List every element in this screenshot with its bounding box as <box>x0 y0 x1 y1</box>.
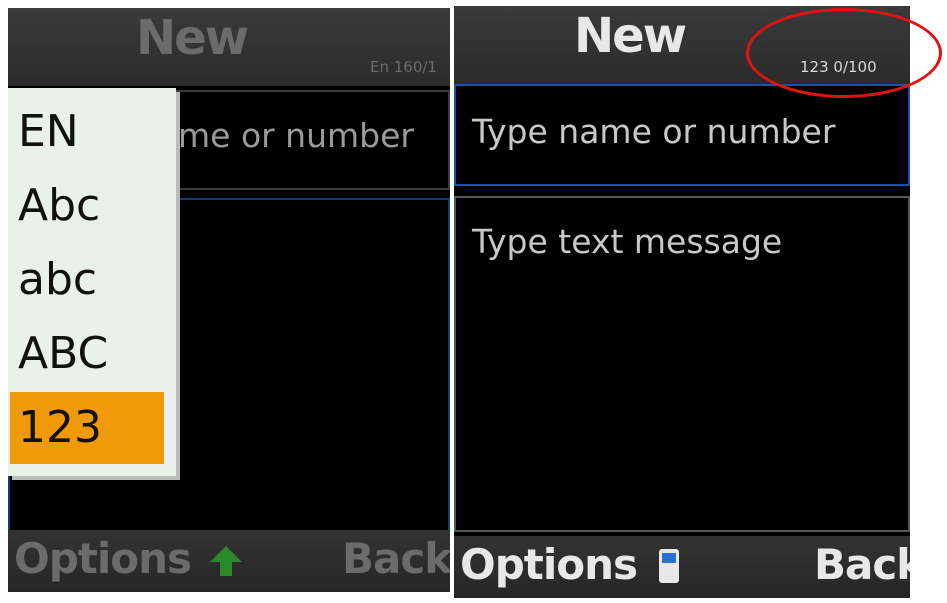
back-softkey[interactable]: Back <box>342 534 450 583</box>
softkey-bar: Options Back <box>8 530 450 592</box>
highlight-annotation <box>746 8 942 98</box>
recipient-field[interactable]: Type name or number <box>454 84 910 186</box>
left-phone-screen: New En 160/1 me or number Options Back E… <box>8 8 450 592</box>
options-softkey[interactable]: Options <box>460 540 638 589</box>
arrow-up-icon <box>210 546 242 576</box>
menu-item-en[interactable]: EN <box>10 96 164 168</box>
recipient-placeholder: me or number <box>178 116 414 155</box>
options-softkey[interactable]: Options <box>14 534 192 583</box>
menu-item-abc[interactable]: abc <box>10 244 164 316</box>
menu-item-abc[interactable]: Abc <box>10 170 164 242</box>
input-mode-counter: En 160/1 <box>370 58 437 76</box>
input-mode-menu: EN Abc abc ABC 123 <box>8 88 176 476</box>
page-title: New <box>136 10 249 66</box>
menu-item-abc[interactable]: ABC <box>10 318 164 390</box>
menu-item-123[interactable]: 123 <box>10 392 164 464</box>
page-title: New <box>574 8 687 64</box>
message-field[interactable]: Type text message <box>454 196 910 532</box>
phone-icon <box>659 549 679 583</box>
recipient-placeholder: Type name or number <box>472 112 836 151</box>
message-placeholder: Type text message <box>472 222 783 261</box>
softkey-bar: Options Back <box>454 536 910 598</box>
back-softkey[interactable]: Back <box>814 540 910 589</box>
header: New En 160/1 <box>8 8 450 86</box>
